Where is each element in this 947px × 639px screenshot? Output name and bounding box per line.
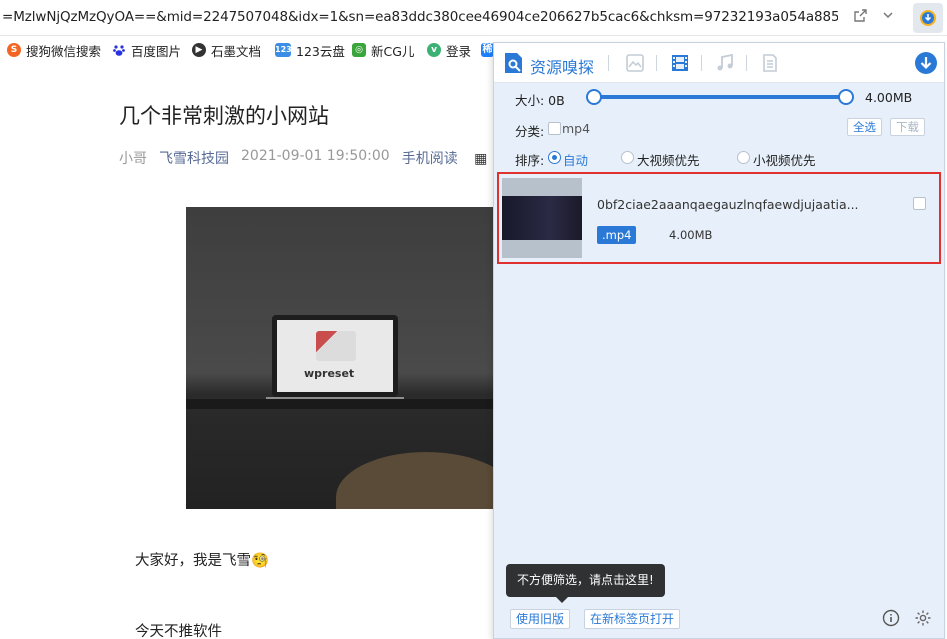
illustration <box>316 331 356 361</box>
article-image: wpreset <box>186 207 493 509</box>
resource-select-checkbox[interactable] <box>913 197 926 210</box>
sniffer-logo-icon <box>505 53 522 73</box>
share-icon[interactable] <box>850 8 870 28</box>
sogou-icon: S <box>7 43 21 57</box>
sort-small-first-label: 小视频优先 <box>753 153 816 168</box>
sort-auto-label: 自动 <box>563 153 589 168</box>
resource-list-item[interactable]: 0bf2ciae2aaanqaegauzlnqfaewdjujaatia... … <box>497 172 941 264</box>
filter-tooltip: 不方便筛选，请点击这里! <box>506 564 665 603</box>
resource-sniffer-panel: 资源嗅探 大小: 0B 4.00MB 分类: mp4 全选 下载 排序: 自动 … <box>493 42 945 639</box>
thumbnail-frame <box>502 196 582 240</box>
document-tab-icon[interactable] <box>760 53 780 73</box>
use-old-version-button[interactable]: 使用旧版 <box>510 609 571 629</box>
mobile-read-link[interactable]: 手机阅读 ▦ <box>402 148 493 168</box>
article-meta: 小哥 飞雪科技园 2021-09-01 19:50:00 手机阅读 ▦ <box>119 148 493 168</box>
address-bar: =MzlwNjQzMzQyOA==&mid=2247507048&idx=1&s… <box>0 0 947 36</box>
bookmark-shimo[interactable]: ▶ 石墨文档 <box>192 41 261 59</box>
chevron-down-icon[interactable] <box>878 8 898 28</box>
divider <box>746 55 747 71</box>
resource-name: 0bf2ciae2aaanqaegauzlnqfaewdjujaatia... <box>597 197 859 212</box>
mp4-checkbox[interactable] <box>548 122 561 135</box>
baidu-paw-icon <box>112 43 126 57</box>
panel-title: 资源嗅探 <box>530 58 595 77</box>
video-tab-icon[interactable] <box>670 53 690 73</box>
divider <box>608 55 609 71</box>
bookmark-newcg[interactable]: ◎ 新CG儿 <box>352 41 414 59</box>
size-filter-label: 大小: 0B <box>515 93 565 108</box>
open-in-new-tab-button[interactable]: 在新标签页打开 <box>584 609 681 629</box>
category-option-mp4: mp4 <box>562 121 591 136</box>
bookmark-login[interactable]: v 登录 <box>427 41 471 59</box>
image-logo-text: wpreset <box>304 367 355 380</box>
sort-auto-radio[interactable] <box>548 151 561 164</box>
resource-sniffer-extension-button[interactable] <box>913 3 943 33</box>
music-tab-icon[interactable] <box>715 53 735 73</box>
shimo-icon: ▶ <box>192 43 206 57</box>
select-all-button[interactable]: 全选 <box>847 118 882 136</box>
login-icon: v <box>427 43 441 57</box>
account-link[interactable]: 飞雪科技园 <box>159 148 229 168</box>
gear-icon[interactable] <box>914 609 932 627</box>
sort-small-first-radio[interactable] <box>737 151 750 164</box>
article: 几个非常刺激的小网站 小哥 飞雪科技园 2021-09-01 19:50:00 … <box>0 64 493 639</box>
size-slider-min-handle[interactable] <box>586 89 602 105</box>
sort-large-first-label: 大视频优先 <box>637 153 700 168</box>
download-extension-icon <box>920 10 936 26</box>
paragraph: 大家好，我是飞雪🧐 <box>135 553 270 569</box>
category-label: 分类: <box>515 124 545 139</box>
bookmark-sogou[interactable]: S 搜狗微信搜索 <box>7 41 101 59</box>
video-thumbnail <box>502 178 582 258</box>
url-field[interactable]: =MzlwNjQzMzQyOA==&mid=2247507048&idx=1&s… <box>2 9 838 25</box>
author: 小哥 <box>119 151 147 167</box>
bookmark-baidu[interactable]: 百度图片 <box>112 41 181 59</box>
divider <box>701 55 702 71</box>
sort-label: 排序: <box>515 153 545 168</box>
download-all-icon[interactable] <box>915 52 937 74</box>
qr-code-icon: ▦ <box>474 151 488 167</box>
info-icon[interactable] <box>882 609 900 627</box>
page-title: 几个非常刺激的小网站 <box>119 104 329 128</box>
cg-icon: ◎ <box>352 43 366 57</box>
bookmark-123pan[interactable]: 123 123云盘 <box>275 41 345 59</box>
image-tab-icon[interactable] <box>625 53 645 73</box>
chair <box>336 452 493 509</box>
publish-date: 2021-09-01 19:50:00 <box>241 148 390 164</box>
sort-large-first-radio[interactable] <box>621 151 634 164</box>
divider <box>656 55 657 71</box>
cloud-icon: 123 <box>275 43 292 57</box>
download-button[interactable]: 下载 <box>890 118 925 136</box>
size-max-value: 4.00MB <box>865 90 913 105</box>
desk <box>186 399 493 409</box>
resource-size: 4.00MB <box>669 228 713 242</box>
format-badge: .mp4 <box>597 226 637 244</box>
size-slider-max-handle[interactable] <box>838 89 854 105</box>
panel-header: 资源嗅探 <box>494 43 944 83</box>
size-slider[interactable] <box>593 95 846 99</box>
paragraph: 今天不推软件 <box>135 624 222 639</box>
